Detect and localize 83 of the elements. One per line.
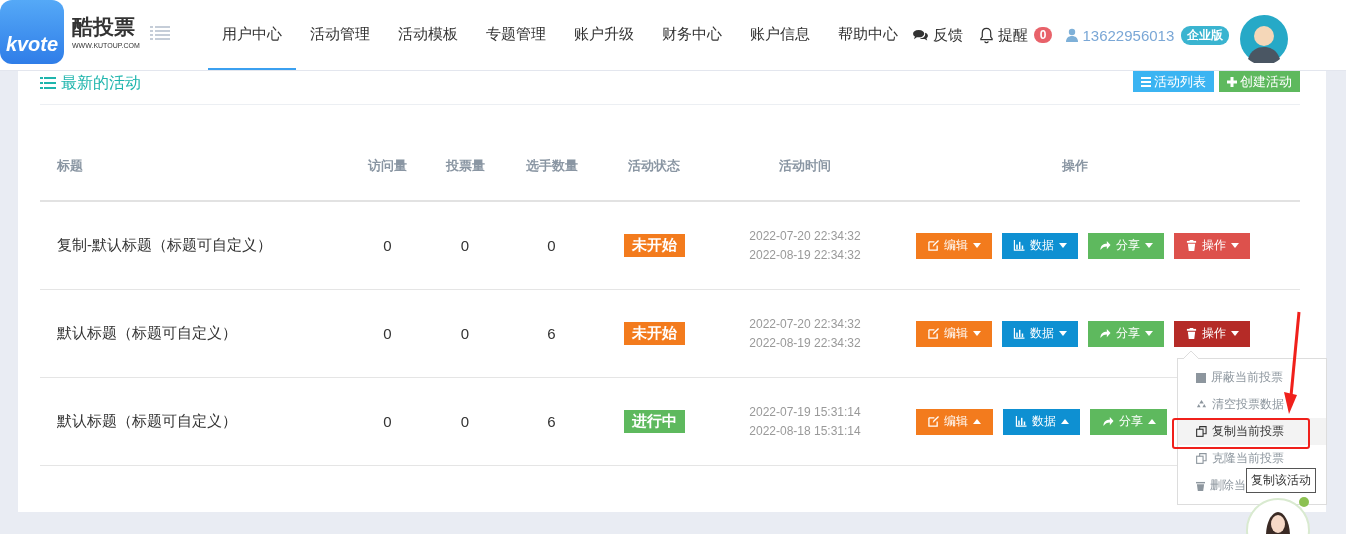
start-time: 2022-07-19 15:31:14 [749, 405, 861, 419]
share-menu-button[interactable]: 分享 [1088, 320, 1164, 347]
list-icon [40, 77, 56, 89]
ops-menu-button[interactable]: 操作 [1174, 320, 1250, 347]
column-header: 活动状态 [627, 156, 681, 175]
edit-menu-button[interactable]: 编辑 [916, 320, 992, 347]
avatar-icon[interactable] [1240, 15, 1289, 63]
players-count: 0 [546, 237, 557, 254]
bar-chart-icon [1013, 240, 1025, 251]
start-time: 2022-07-20 22:34:32 [749, 317, 861, 331]
share-icon [1101, 416, 1114, 427]
menu-item[interactable]: 清空投票数据 [1178, 391, 1326, 418]
players-count: 6 [546, 325, 557, 342]
start-time: 2022-07-20 22:34:32 [749, 229, 861, 243]
activity-title: 复制-默认标题（标题可自定义） [56, 236, 273, 255]
activity-list-button[interactable]: 活动列表 [1133, 71, 1214, 92]
share-icon [1099, 328, 1111, 339]
nav-tab[interactable]: 账户升级 [559, 0, 648, 70]
user-icon [1066, 28, 1079, 42]
nav-tab[interactable]: 帮助中心 [823, 0, 912, 70]
data-menu-button[interactable]: 数据 [1003, 408, 1080, 435]
votes-count: 0 [459, 413, 471, 430]
nav-tab[interactable]: 活动模板 [383, 0, 472, 70]
bell-icon [978, 26, 994, 44]
edit-icon [928, 416, 939, 427]
end-time: 2022-08-19 22:34:32 [749, 248, 861, 262]
status-badge: 未开始 [623, 234, 685, 257]
visits-count: 0 [382, 325, 393, 342]
edit-icon [927, 240, 939, 251]
trash-icon [1185, 328, 1197, 339]
bar-chart-icon [1013, 328, 1025, 339]
bar-chart-icon [1014, 416, 1027, 427]
visits-count: 0 [382, 413, 393, 430]
nav-tab[interactable]: 账户信息 [735, 0, 824, 70]
logo[interactable]: kvote [0, 0, 64, 64]
feedback-link[interactable]: 反馈 [932, 25, 963, 45]
menu-item[interactable]: 屏蔽当前投票 [1178, 364, 1326, 391]
reminder-link[interactable]: 提醒 [997, 25, 1028, 45]
column-header: 标题 [56, 156, 84, 175]
create-activity-button[interactable]: 创建活动 [1219, 71, 1300, 92]
trash-icon [1185, 240, 1197, 251]
column-header: 投票量 [444, 156, 486, 175]
share-menu-button[interactable]: 分享 [1088, 232, 1164, 259]
copy-icon [1196, 453, 1207, 464]
column-header: 选手数量 [524, 156, 579, 175]
user-phone[interactable]: 13622956013 [1082, 26, 1175, 44]
list-icon [1141, 76, 1151, 87]
end-time: 2022-08-19 22:34:32 [749, 336, 861, 350]
nav-tab[interactable]: 财务中心 [647, 0, 736, 70]
column-header: 操作 [1061, 156, 1089, 175]
nav-tab[interactable]: 活动管理 [295, 0, 384, 70]
visits-count: 0 [382, 237, 393, 254]
panel-title: 最新的活动 [61, 72, 141, 93]
nav-tab[interactable]: 专题管理 [471, 0, 560, 70]
ops-menu-button[interactable]: 操作 [1174, 232, 1250, 259]
votes-count: 0 [459, 237, 471, 254]
data-menu-button[interactable]: 数据 [1002, 320, 1078, 347]
data-menu-button[interactable]: 数据 [1002, 232, 1078, 259]
edit-menu-button[interactable]: 编辑 [916, 408, 993, 435]
reminder-count: 0 [1033, 27, 1053, 43]
players-count: 6 [546, 413, 557, 430]
plus-icon [1227, 76, 1237, 87]
column-header: 访问量 [366, 156, 408, 175]
plan-badge: 企业版 [1181, 25, 1230, 45]
edit-icon [927, 328, 939, 339]
edit-menu-button[interactable]: 编辑 [916, 232, 992, 259]
activity-title: 默认标题（标题可自定义） [56, 412, 238, 431]
end-time: 2022-08-18 15:31:14 [749, 424, 861, 438]
status-badge: 进行中 [623, 410, 685, 433]
menu-item[interactable]: 复制当前投票 [1178, 418, 1326, 445]
share-menu-button[interactable]: 分享 [1090, 408, 1167, 435]
trash-icon [1196, 480, 1205, 491]
copy-icon [1196, 426, 1207, 437]
brand-name: 酷投票 [72, 13, 136, 40]
votes-count: 0 [459, 325, 471, 342]
recycle-icon [1196, 399, 1207, 410]
activity-title: 默认标题（标题可自定义） [56, 324, 238, 343]
chat-icon [911, 28, 929, 42]
share-icon [1099, 240, 1111, 251]
tooltip: 复制该活动 [1246, 468, 1316, 493]
square-icon [1196, 372, 1206, 383]
column-header: 活动时间 [778, 156, 832, 175]
status-badge: 未开始 [623, 322, 685, 345]
